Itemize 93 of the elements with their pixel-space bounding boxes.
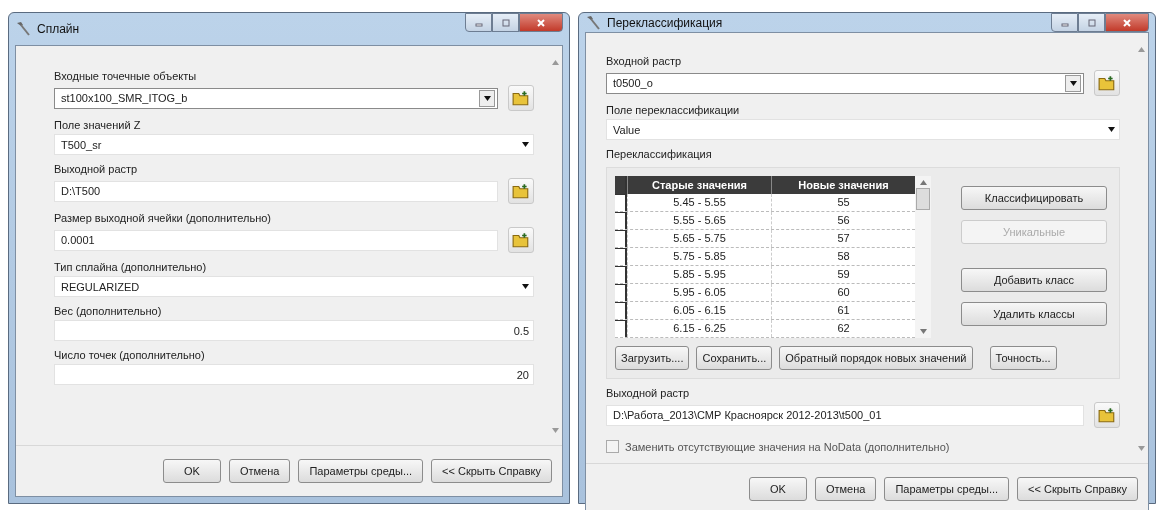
folder-button[interactable]	[508, 85, 534, 111]
table-cell: 5.95 - 6.05	[627, 284, 771, 301]
table-button[interactable]: Обратный порядок новых значений	[779, 346, 973, 370]
table-cell: 5.85 - 5.95	[627, 266, 771, 283]
input-field[interactable]: T500_sr	[54, 134, 534, 155]
column-header[interactable]: Новые значения	[771, 176, 915, 194]
input-field[interactable]: st100x100_SMR_ITOG_b	[54, 87, 498, 109]
maximize-button[interactable]	[1078, 13, 1105, 32]
hammer-icon	[585, 14, 601, 31]
row-header[interactable]	[615, 320, 627, 337]
hammer-icon	[15, 21, 31, 37]
field-label: Размер выходной ячейки (дополнительно)	[54, 211, 271, 225]
minimize-button[interactable]	[465, 13, 492, 32]
window-title: Сплайн	[37, 22, 80, 36]
row-header[interactable]	[615, 230, 627, 247]
row-header[interactable]	[615, 266, 627, 283]
folder-button[interactable]	[508, 227, 534, 253]
row-header[interactable]	[615, 212, 627, 229]
field-label: Тип сплайна (дополнительно)	[54, 260, 207, 274]
dialog-button[interactable]: OK	[162, 459, 221, 483]
caret-icon	[1069, 80, 1077, 86]
field-label: Входные точечные объекты	[54, 69, 197, 83]
section-label: Переклассификация	[606, 147, 712, 161]
scroll-down-icon[interactable]	[919, 329, 927, 334]
scroll-down-icon[interactable]	[551, 428, 559, 433]
dialog-button[interactable]: Параметры среды...	[298, 459, 424, 483]
field-label: Вес (дополнительно)	[54, 304, 162, 318]
scroll-thumb[interactable]	[916, 188, 930, 210]
row-header[interactable]	[615, 248, 627, 265]
table-cell: 5.55 - 5.65	[627, 212, 771, 229]
folder-icon	[1098, 407, 1116, 423]
folder-icon	[512, 183, 530, 199]
caret-icon	[522, 142, 529, 147]
field-label: Выходной растр	[54, 162, 138, 176]
folder-icon	[512, 232, 530, 248]
row-header[interactable]	[615, 194, 627, 211]
column-header[interactable]: Старые значения	[627, 176, 771, 194]
window-title: Переклассификация	[607, 15, 723, 30]
row-header[interactable]	[615, 302, 627, 319]
table-button[interactable]: Загрузить....	[615, 346, 690, 370]
folder-icon	[1098, 75, 1116, 91]
caret-icon	[1108, 127, 1115, 132]
input-field[interactable]: 20	[54, 364, 534, 385]
maximize-button[interactable]	[492, 13, 519, 32]
field-label: Число точек (дополнительно)	[54, 348, 205, 362]
side-button[interactable]: Классифицировать	[961, 186, 1107, 210]
scroll-down-icon[interactable]	[1137, 446, 1145, 451]
table-cell: 5.65 - 5.75	[627, 230, 771, 247]
folder-icon	[512, 90, 530, 106]
input-field[interactable]: 0.5	[54, 320, 534, 341]
table-button[interactable]: Сохранить...	[696, 346, 773, 370]
folder-button[interactable]	[1094, 70, 1120, 96]
scroll-up-icon[interactable]	[1137, 47, 1145, 52]
table-cell: 6.05 - 6.15	[627, 302, 771, 319]
dialog-button[interactable]: Отмена	[228, 459, 291, 483]
input-field[interactable]: D:\Работа_2013\СМР Красноярск 2012-2013\t500_01	[606, 404, 1084, 426]
maximize-icon	[500, 17, 511, 28]
caret-icon	[483, 95, 491, 101]
side-button[interactable]: Удалить классы	[961, 302, 1107, 326]
checkbox[interactable]	[606, 440, 619, 453]
caret-icon	[522, 284, 529, 289]
folder-button[interactable]	[508, 178, 534, 204]
close-button[interactable]	[1105, 13, 1149, 32]
checkbox-label: Заменить отсутствующие значения на NoData (дополнительно)	[625, 440, 950, 453]
maximize-icon	[1086, 17, 1097, 28]
folder-button[interactable]	[1094, 402, 1120, 428]
dialog-button[interactable]: << Скрыть Справку	[431, 459, 552, 483]
scroll-up-icon[interactable]	[551, 60, 559, 65]
field-label: Поле значений Z	[54, 118, 141, 132]
input-field[interactable]: 0.0001	[54, 229, 498, 251]
scroll-up-icon[interactable]	[919, 180, 927, 185]
minimize-button[interactable]	[1051, 13, 1078, 32]
close-icon	[1122, 17, 1132, 28]
input-field[interactable]: Value	[606, 119, 1120, 140]
field-label: Поле переклассификации	[606, 103, 740, 117]
dialog-button[interactable]: << Скрыть Справку	[1017, 477, 1138, 501]
dialog-button[interactable]: Параметры среды...	[884, 477, 1010, 501]
close-button[interactable]	[519, 13, 563, 32]
side-button[interactable]: Добавить класс	[961, 268, 1107, 292]
dialog-button[interactable]: Отмена	[814, 477, 877, 501]
dialog-button[interactable]: OK	[748, 477, 807, 501]
input-field[interactable]: D:\T500	[54, 180, 498, 202]
row-header[interactable]	[615, 284, 627, 301]
input-field[interactable]: t0500_o	[606, 72, 1084, 94]
input-field[interactable]: REGULARIZED	[54, 276, 534, 297]
table-cell: 5.45 - 5.55	[627, 194, 771, 211]
table-cell: 6.15 - 6.25	[627, 320, 771, 337]
header-corner	[615, 176, 627, 194]
close-icon	[536, 17, 546, 28]
field-label: Выходной растр	[606, 386, 690, 400]
field-label: Входной растр	[606, 54, 682, 68]
table-button[interactable]: Точность...	[989, 346, 1057, 370]
table-cell: 5.75 - 5.85	[627, 248, 771, 265]
